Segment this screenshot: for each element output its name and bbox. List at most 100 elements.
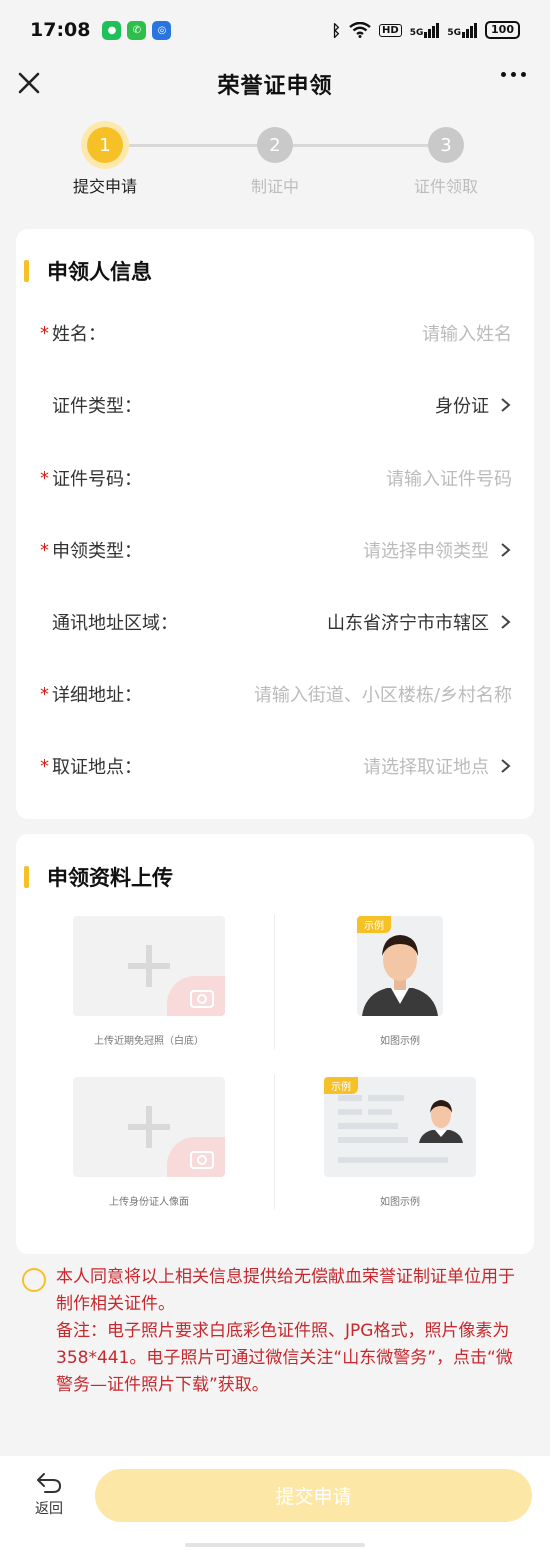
id-type-field[interactable]: 证件类型： 身份证 — [40, 384, 512, 426]
photo-example: 示例 如图示例 — [357, 916, 443, 1047]
bluetooth-icon: ᛒ — [331, 20, 342, 40]
field-label: 证件类型： — [52, 396, 142, 417]
hd-icon: HD — [379, 23, 402, 37]
photo-example-image: 示例 — [357, 916, 443, 1016]
name-input[interactable]: 请输入姓名 — [422, 320, 512, 346]
phone-app-icon: ✆ — [127, 20, 147, 40]
step-label: 提交申请 — [72, 177, 137, 196]
back-label: 返回 — [35, 1501, 63, 1517]
close-icon[interactable] — [14, 68, 44, 98]
submit-button[interactable]: 提交申请 — [95, 1469, 532, 1522]
detail-address-field[interactable]: * 详细地址： 请输入街道、小区楼栋/乡村名称 — [40, 673, 512, 715]
chevron-right-icon — [501, 398, 511, 412]
id-type-value: 身份证 — [435, 396, 489, 417]
required-mark: * — [40, 322, 49, 344]
chevron-right-icon — [501, 543, 511, 557]
battery-icon: 100 — [485, 21, 520, 39]
signal-icon-1: 5G — [409, 22, 440, 38]
wifi-icon — [349, 22, 371, 38]
section-title: 申领资料上传 — [24, 862, 173, 892]
section-title-text: 申领资料上传 — [47, 866, 173, 890]
progress-stepper: 1 提交申请 2 制证中 3 证件领取 — [0, 122, 550, 202]
more-options-icon[interactable] — [501, 72, 526, 77]
detail-address-input[interactable]: 请输入街道、小区楼栋/乡村名称 — [254, 681, 512, 707]
field-label: 申领类型： — [52, 541, 142, 562]
section-title: 申领人信息 — [24, 256, 152, 286]
field-label: 姓名： — [52, 324, 106, 345]
status-time: 17:08 — [30, 19, 91, 41]
photo-upload[interactable]: 上传近期免冠照（白底） — [73, 916, 225, 1047]
required-mark: * — [40, 755, 49, 777]
section-accent-bar — [24, 260, 29, 282]
signal-icon-2: 5G — [447, 22, 478, 38]
step-number: 2 — [257, 127, 293, 163]
agreement-section: 本人同意将以上相关信息提供给无偿献血荣誉证制证单位用于制作相关证件。 备注：电子… — [22, 1264, 522, 1399]
agreement-note-text: 备注：电子照片要求白底彩色证件照、JPG格式，照片像素为358*441。电子照片… — [56, 1321, 513, 1395]
bottom-action-bar: 返回 提交申请 — [0, 1456, 550, 1557]
upload-caption: 上传身份证人像面 — [109, 1197, 189, 1208]
example-tag: 示例 — [357, 916, 391, 933]
status-indicators: ᛒ HD 5G 5G 100 — [331, 21, 520, 40]
status-app-icons: ● ✆ ◎ — [102, 20, 172, 40]
required-mark: * — [40, 467, 49, 489]
section-title-text: 申领人信息 — [47, 260, 152, 284]
camera-icon — [167, 1137, 225, 1177]
photo-upload-box[interactable] — [73, 916, 225, 1016]
id-card-example-image: 示例 — [324, 1077, 476, 1177]
upload-caption: 如图示例 — [380, 1036, 420, 1047]
field-label: 证件号码： — [52, 469, 142, 490]
address-region-field[interactable]: 通讯地址区域： 山东省济宁市市辖区 — [40, 601, 512, 643]
id-type-select[interactable]: 身份证 — [435, 392, 512, 418]
example-tag: 示例 — [324, 1077, 358, 1094]
address-region-value: 山东省济宁市市辖区 — [327, 613, 489, 634]
page-title: 荣誉证申领 — [217, 74, 333, 99]
back-button[interactable]: 返回 — [24, 1470, 74, 1518]
id-number-input[interactable]: 请输入证件号码 — [386, 465, 512, 491]
field-label: 详细地址： — [52, 685, 142, 706]
required-mark: * — [40, 683, 49, 705]
claim-type-field[interactable]: * 申领类型： 请选择申领类型 — [40, 529, 512, 571]
claim-type-select[interactable]: 请选择申领类型 — [363, 537, 512, 563]
network-label-2: 5G — [447, 27, 462, 38]
claim-type-value: 请选择申领类型 — [363, 541, 489, 562]
chevron-right-icon — [501, 759, 511, 773]
pickup-location-field[interactable]: * 取证地点： 请选择取证地点 — [40, 745, 512, 787]
step-producing: 2 制证中 — [215, 122, 335, 197]
id-card-upload-box[interactable] — [73, 1077, 225, 1177]
step-number: 3 — [428, 127, 464, 163]
section-accent-bar — [24, 866, 29, 888]
upload-caption: 如图示例 — [380, 1197, 420, 1208]
nav-bar: 荣誉证申领 — [0, 60, 550, 108]
step-submit: 1 提交申请 — [45, 122, 165, 197]
field-label: 通讯地址区域： — [52, 613, 178, 634]
step-number: 1 — [87, 127, 123, 163]
status-bar: 17:08 ● ✆ ◎ ᛒ HD 5G 5G 100 — [0, 0, 550, 60]
required-mark: * — [40, 539, 49, 561]
shield-app-icon: ◎ — [152, 20, 172, 40]
pickup-location-value: 请选择取证地点 — [363, 757, 489, 778]
applicant-info-card: 申领人信息 * 姓名： 请输入姓名 证件类型： 身份证 * 证件号码： 请输入证… — [16, 229, 534, 819]
address-region-select[interactable]: 山东省济宁市市辖区 — [327, 609, 512, 635]
undo-arrow-icon — [37, 1473, 62, 1493]
agree-checkbox[interactable] — [22, 1268, 46, 1292]
upload-caption: 上传近期免冠照（白底） — [94, 1036, 204, 1047]
agreement-text: 本人同意将以上相关信息提供给无偿献血荣誉证制证单位用于制作相关证件。 备注：电子… — [56, 1264, 522, 1399]
network-label-1: 5G — [409, 27, 424, 38]
id-card-upload[interactable]: 上传身份证人像面 — [73, 1077, 225, 1208]
upload-divider — [274, 1074, 275, 1209]
home-indicator — [185, 1543, 365, 1547]
chat-app-icon: ● — [102, 20, 122, 40]
pickup-location-select[interactable]: 请选择取证地点 — [363, 753, 512, 779]
step-pickup: 3 证件领取 — [386, 122, 506, 197]
agreement-consent-text: 本人同意将以上相关信息提供给无偿献血荣誉证制证单位用于制作相关证件。 — [56, 1267, 515, 1314]
upload-materials-card: 申领资料上传 上传近期免冠照（白底） 示例 如图示例 上传身份证人像面 示例 如… — [16, 834, 534, 1254]
id-number-field[interactable]: * 证件号码： 请输入证件号码 — [40, 457, 512, 499]
step-label: 制证中 — [250, 177, 299, 196]
field-label: 取证地点： — [52, 757, 142, 778]
chevron-right-icon — [501, 615, 511, 629]
camera-icon — [167, 976, 225, 1016]
name-field[interactable]: * 姓名： 请输入姓名 — [40, 312, 512, 354]
upload-divider — [274, 914, 275, 1049]
step-label: 证件领取 — [413, 177, 478, 196]
id-card-example: 示例 如图示例 — [324, 1077, 476, 1208]
